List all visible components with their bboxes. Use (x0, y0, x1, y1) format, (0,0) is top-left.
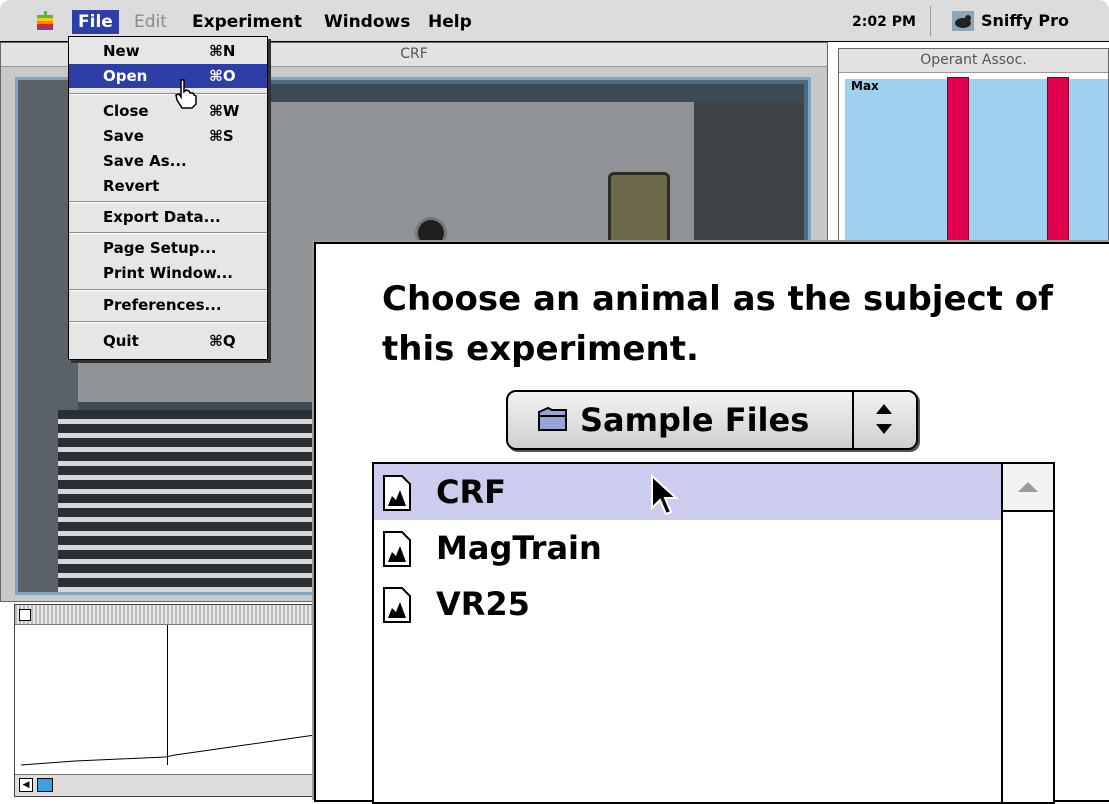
scroll-thumb[interactable] (37, 778, 53, 792)
menu-item-preferences[interactable]: Preferences... (69, 293, 267, 317)
record-scrollbar[interactable]: ◀ (15, 774, 319, 796)
menu-separator (69, 93, 267, 95)
speaker-icon (608, 172, 670, 246)
cumulative-record-window: ◀ (14, 604, 320, 797)
menu-separator (69, 232, 267, 234)
menu-item-close[interactable]: Close ⌘W (69, 99, 267, 123)
apple-icon[interactable] (34, 10, 56, 32)
operant-assoc-title-bar[interactable]: Operant Assoc. (839, 49, 1108, 73)
menu-item-label: Quit (103, 332, 139, 350)
menu-item-label: Revert (103, 177, 160, 195)
menu-separator (69, 321, 267, 323)
menu-separator (69, 201, 267, 203)
menu-item-label: Save (103, 127, 144, 145)
menu-item-page-setup[interactable]: Page Setup... (69, 236, 267, 260)
file-row-vr25[interactable]: VR25 (374, 576, 1001, 632)
menu-item-shortcut: ⌘O (209, 67, 236, 85)
popup-arrows-icon[interactable] (852, 392, 916, 448)
folder-name: Sample Files (580, 401, 810, 439)
menu-item-label: Preferences... (103, 296, 222, 314)
menu-item-export-data[interactable]: Export Data... (69, 205, 267, 229)
menu-item-label: Open (103, 67, 148, 85)
document-icon (383, 587, 411, 623)
file-row-magtrain[interactable]: MagTrain (374, 520, 1001, 576)
max-label: Max (851, 79, 879, 93)
menu-separator (69, 289, 267, 291)
menu-item-shortcut: ⌘W (209, 102, 240, 120)
menu-item-label: Print Window... (103, 264, 234, 282)
menu-item-label: Page Setup... (103, 239, 217, 257)
file-name: VR25 (436, 585, 530, 623)
menu-experiment[interactable]: Experiment (186, 10, 308, 34)
association-bar (947, 77, 969, 257)
menu-edit[interactable]: Edit (128, 10, 173, 34)
menu-item-shortcut: ⌘Q (209, 332, 236, 350)
scroll-left-arrow-icon[interactable]: ◀ (19, 778, 33, 792)
operant-assoc-title: Operant Assoc. (920, 52, 1027, 68)
document-icon (383, 475, 411, 511)
file-row-crf[interactable]: CRF (374, 464, 1001, 520)
open-subject-dialog: Choose an animal as the subject of this … (314, 242, 1109, 804)
menu-item-save[interactable]: Save ⌘S (69, 124, 267, 148)
menu-help[interactable]: Help (422, 10, 478, 34)
menu-item-print-window[interactable]: Print Window... (69, 261, 267, 285)
scroll-up-arrow-icon[interactable] (1003, 464, 1053, 512)
file-name: MagTrain (436, 529, 602, 567)
arrow-cursor-icon (651, 474, 679, 516)
cumulative-record-title-bar[interactable] (15, 605, 319, 625)
document-icon (383, 531, 411, 567)
cumulative-record-trace (20, 734, 316, 766)
operant-assoc-chart: Max (845, 77, 1108, 257)
menu-item-label: New (103, 42, 140, 60)
menubar-clock[interactable]: 2:02 PM (852, 10, 916, 34)
menu-item-shortcut: ⌘S (209, 127, 234, 145)
sniffy-rat-icon (952, 11, 974, 31)
menu-file[interactable]: File (72, 10, 119, 34)
dialog-prompt: Choose an animal as the subject of this … (382, 279, 1053, 369)
menu-item-label: Close (103, 102, 149, 120)
file-name: CRF (436, 473, 506, 511)
close-box-icon[interactable] (19, 609, 31, 621)
operant-assoc-window: Operant Assoc. Max (838, 48, 1109, 258)
menu-item-new[interactable]: New ⌘N (69, 39, 267, 63)
menu-item-shortcut: ⌘N (209, 42, 236, 60)
folder-popup-menu[interactable]: Sample Files (506, 390, 918, 450)
menu-item-label: Save As... (103, 152, 187, 170)
menu-item-revert[interactable]: Revert (69, 174, 267, 198)
folder-icon (538, 406, 567, 431)
menu-item-save-as[interactable]: Save As... (69, 149, 267, 173)
file-list[interactable]: CRF MagTrain VR25 (372, 462, 1055, 804)
association-bar (1047, 77, 1069, 257)
application-menu[interactable]: Sniffy Pro (930, 6, 1100, 36)
application-name: Sniffy Pro (981, 11, 1069, 30)
menu-item-quit[interactable]: Quit ⌘Q (69, 329, 267, 353)
pointing-hand-cursor-icon (175, 79, 197, 109)
file-menu-dropdown: New ⌘N Open ⌘O Close ⌘W Save ⌘S Save As.… (68, 36, 268, 360)
menu-item-open[interactable]: Open ⌘O (69, 64, 267, 88)
file-list-scrollbar[interactable] (1001, 464, 1053, 802)
menu-windows[interactable]: Windows (318, 10, 416, 34)
menu-item-label: Export Data... (103, 208, 221, 226)
